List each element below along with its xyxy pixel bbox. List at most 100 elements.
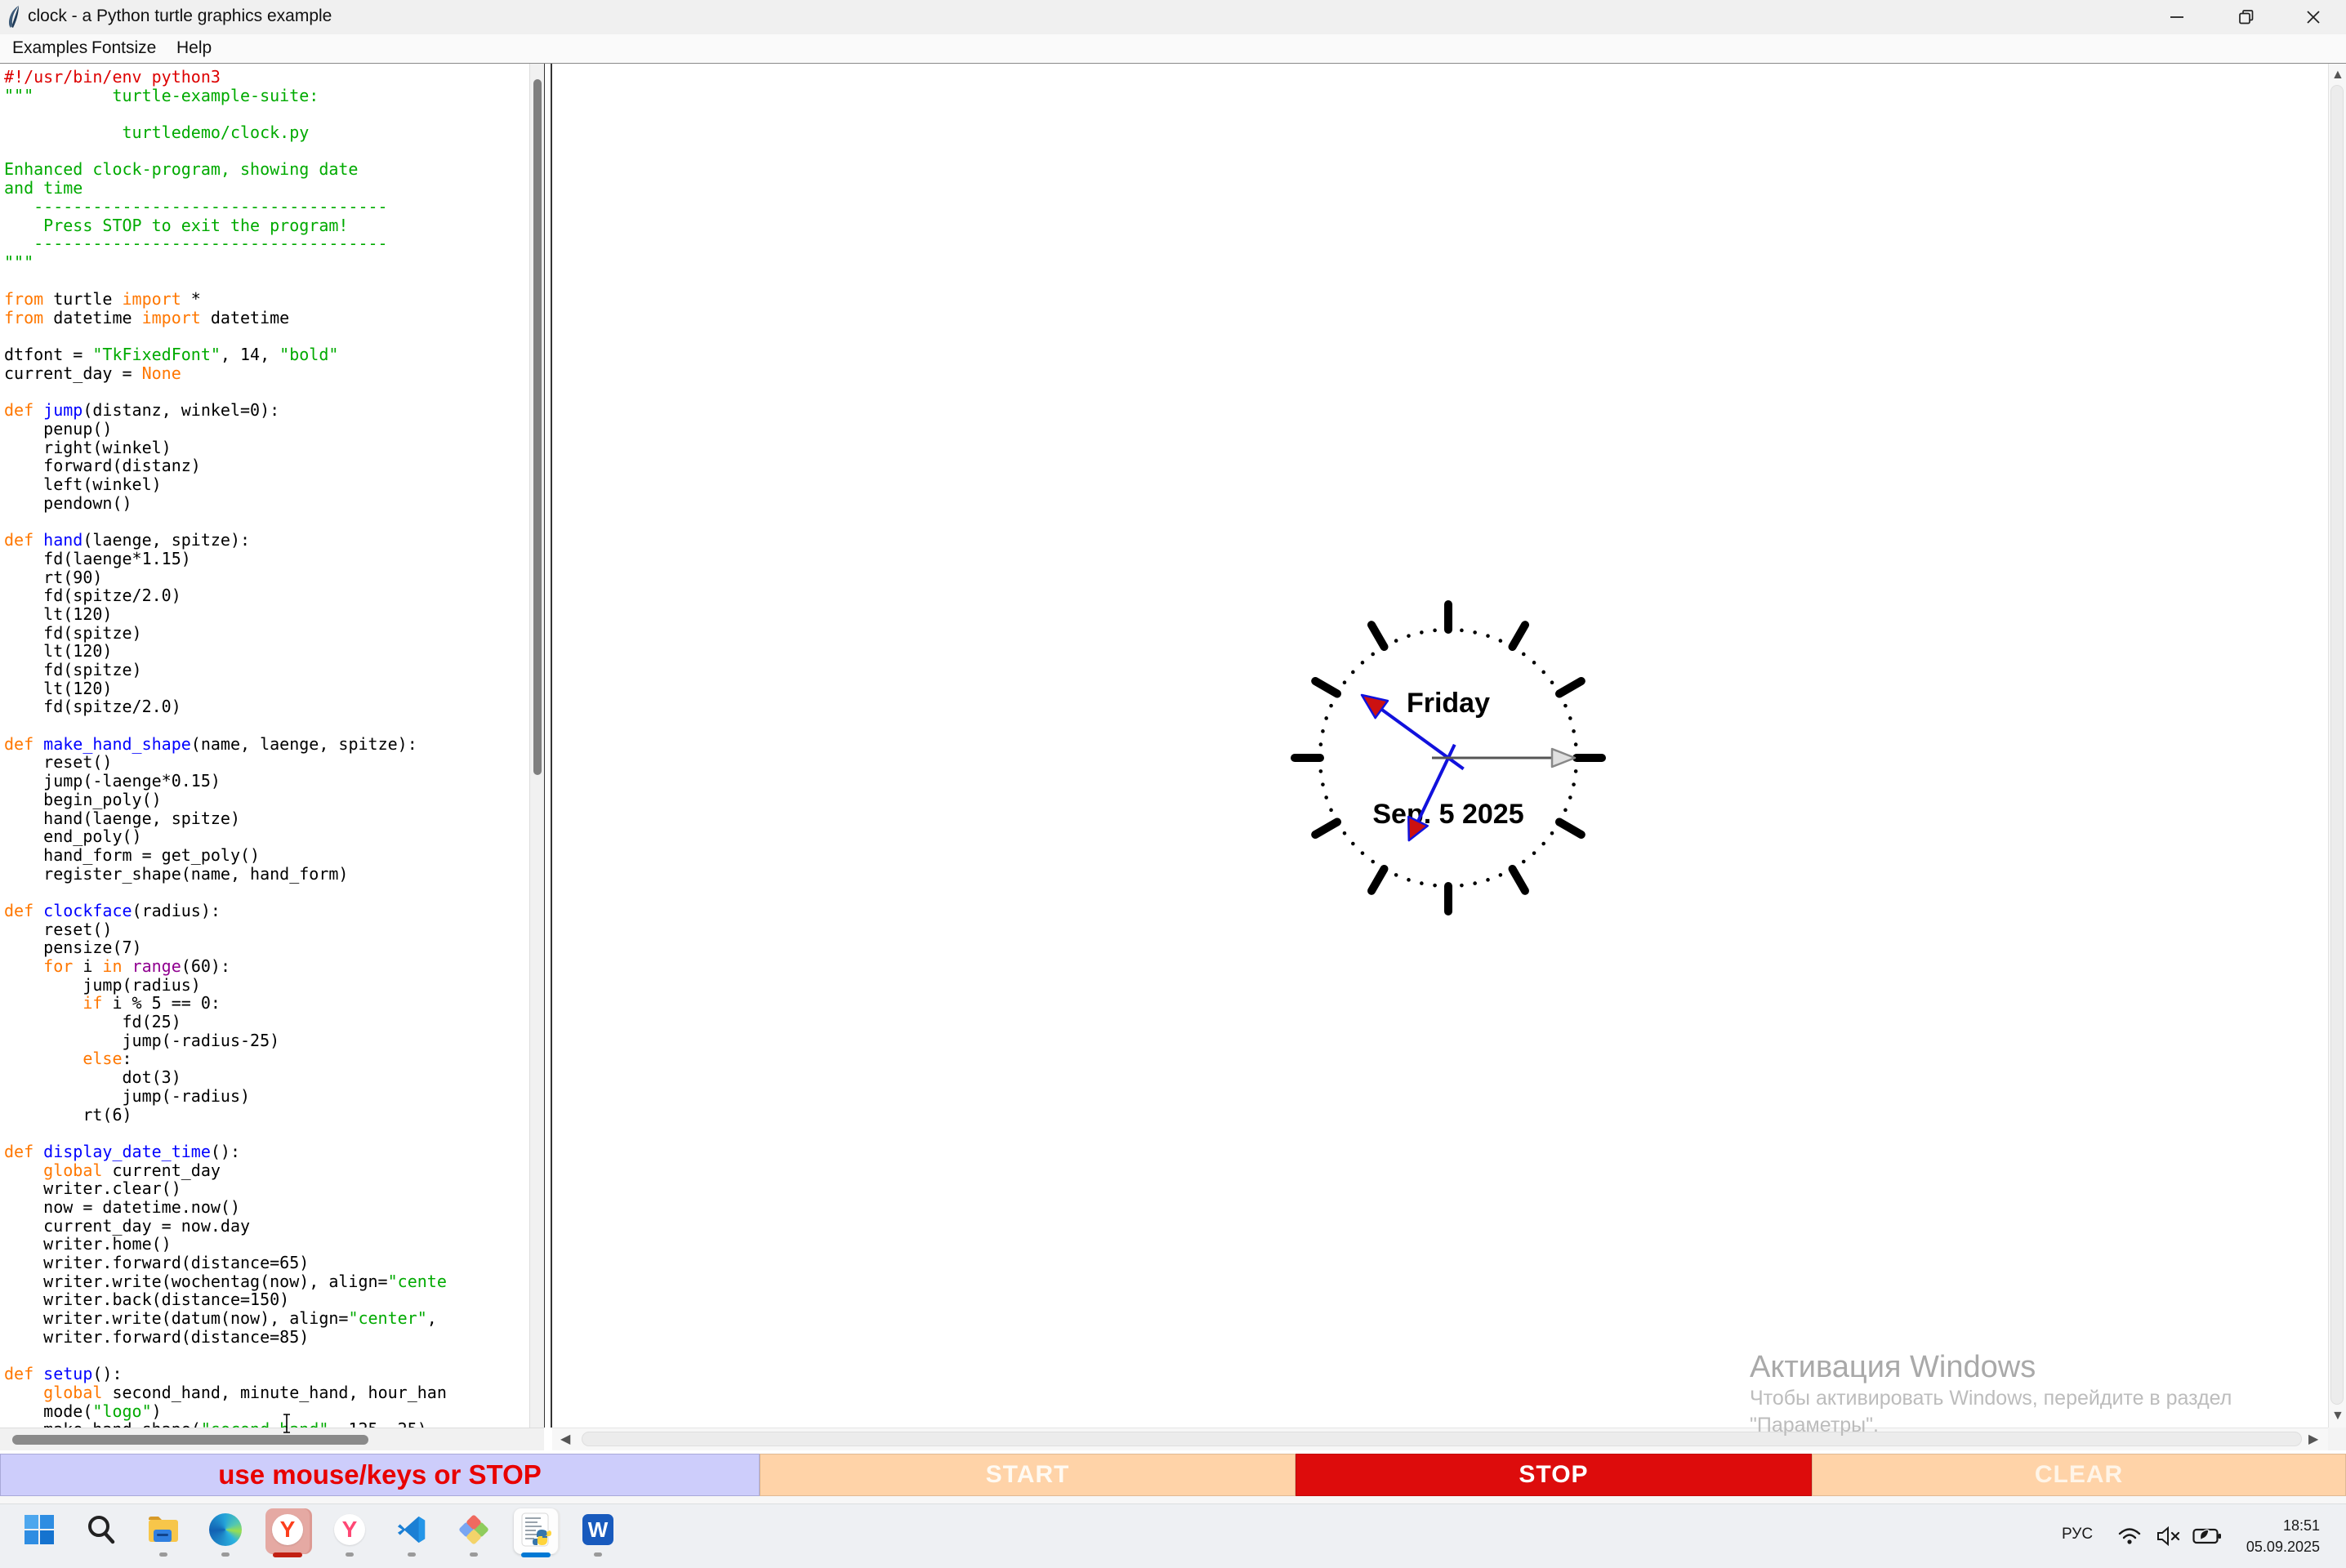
taskbar-word[interactable]: W <box>580 1512 616 1548</box>
file-explorer-icon <box>147 1515 180 1544</box>
clock-minute-dot <box>1324 716 1328 720</box>
start-button-taskbar[interactable] <box>21 1512 57 1548</box>
clock-minute-dot <box>1460 629 1464 633</box>
status-text: use mouse/keys or STOP <box>218 1459 542 1490</box>
clock-minute-dot <box>1550 831 1554 835</box>
clock-minute-dot <box>1420 881 1424 885</box>
window-titlebar: clock - a Python turtle graphics example <box>0 0 2346 34</box>
minimize-button[interactable] <box>2152 0 2202 34</box>
canvas-vertical-scrollbar-thumb[interactable] <box>2330 85 2344 1405</box>
minimize-icon <box>2168 8 2186 26</box>
tray-clock[interactable]: 18:51 05.09.2025 <box>2222 1515 2320 1557</box>
clock-minute-dot <box>1361 661 1365 665</box>
python-active-pill <box>521 1552 551 1557</box>
diamond-app-icon <box>457 1513 490 1546</box>
close-button[interactable] <box>2288 0 2339 34</box>
volume-muted-icon[interactable] <box>2156 1526 2183 1547</box>
clock-minute-dot <box>1568 716 1572 720</box>
clock-minute-dot <box>1329 808 1333 813</box>
clock-minute-dot <box>1563 808 1568 813</box>
clock-minute-dot <box>1499 873 1503 877</box>
clock-minute-dot <box>1343 680 1347 684</box>
edge-browser-icon <box>209 1513 242 1546</box>
tray-time: 18:51 <box>2222 1515 2320 1536</box>
clock-minute-dot <box>1407 878 1411 882</box>
taskbar-yandex-browser[interactable]: Y <box>270 1512 306 1548</box>
menu-fontsize[interactable]: Fontsize <box>91 38 156 58</box>
clock-minute-dot <box>1532 851 1536 855</box>
menu-help[interactable]: Help <box>176 38 212 58</box>
clock-minute-dot <box>1460 884 1464 888</box>
clock-minute-dot <box>1532 661 1536 665</box>
restore-icon <box>2237 8 2255 26</box>
clock-minute-dot <box>1371 653 1375 657</box>
watermark-title: Активация Windows <box>1750 1349 2232 1385</box>
main-area: #!/usr/bin/env python3""" turtle-example… <box>0 64 2346 1428</box>
windows-start-icon <box>24 1514 55 1545</box>
word-letter: W <box>588 1517 609 1543</box>
clock-date: Sep. 5 2025 <box>1372 799 1523 830</box>
clock-minute-dot <box>1329 704 1333 708</box>
code-horizontal-scrollbar[interactable] <box>0 1428 544 1450</box>
clock-minute-dot <box>1321 729 1325 733</box>
taskbar-python-turtledemo[interactable] <box>518 1512 554 1548</box>
canvas-scroll-right-icon[interactable]: ▶ <box>2308 1433 2318 1446</box>
clock-minute-dot <box>1568 795 1572 800</box>
wifi-icon[interactable] <box>2117 1526 2142 1547</box>
python-tk-feather-icon <box>7 5 25 29</box>
clock-minute-dot <box>1550 680 1554 684</box>
canvas-scroll-left-icon[interactable]: ◀ <box>560 1433 570 1446</box>
window-title: clock - a Python turtle graphics example <box>28 7 332 26</box>
clock-minute-dot <box>1433 884 1437 888</box>
taskbar-diamond-app[interactable] <box>456 1512 492 1548</box>
canvas-scroll-up-icon[interactable]: ▲ <box>2331 69 2344 82</box>
code-vertical-scrollbar-thumb[interactable] <box>533 79 542 775</box>
clock-minute-dot <box>1499 639 1503 643</box>
code-vertical-scrollbar[interactable] <box>529 64 544 1428</box>
pane-sash[interactable] <box>544 64 552 1428</box>
search-icon <box>86 1514 117 1545</box>
yandex-letter: Y <box>280 1517 296 1543</box>
word-icon: W <box>582 1514 613 1545</box>
clock-minute-dot <box>1563 704 1568 708</box>
vscode-icon <box>396 1514 427 1545</box>
yandex-active-pill <box>273 1552 302 1557</box>
stop-button[interactable]: STOP <box>1296 1454 1812 1496</box>
yandex-app-running-dot <box>346 1552 354 1557</box>
clock-minute-dot <box>1522 653 1526 657</box>
restore-button[interactable] <box>2221 0 2272 34</box>
taskbar-yandex-app[interactable]: Y <box>332 1512 368 1548</box>
scrollbar-corner <box>2328 1428 2346 1450</box>
code-horizontal-scrollbar-thumb[interactable] <box>12 1435 368 1445</box>
clear-button[interactable]: CLEAR <box>1812 1454 2346 1496</box>
clock-tick <box>1513 625 1526 647</box>
code-text: #!/usr/bin/env python3""" turtle-example… <box>4 68 447 1428</box>
tray-date: 05.09.2025 <box>2222 1536 2320 1557</box>
clock-tick <box>1513 869 1526 891</box>
taskbar-edge[interactable] <box>207 1512 243 1548</box>
code-pane[interactable]: #!/usr/bin/env python3""" turtle-example… <box>0 64 529 1428</box>
taskbar-file-explorer[interactable] <box>145 1512 181 1548</box>
clock-minute-dot <box>1420 630 1424 635</box>
start-button[interactable]: START <box>760 1454 1296 1496</box>
tray-language[interactable]: РУС <box>2062 1526 2093 1544</box>
minute-hand-arrowhead <box>1362 695 1388 718</box>
clock-weekday: Friday <box>1407 688 1490 719</box>
clock-minute-dot <box>1572 782 1576 786</box>
taskbar-search[interactable] <box>83 1512 119 1548</box>
clock-minute-dot <box>1324 795 1328 800</box>
clock-minute-dot <box>1371 860 1375 864</box>
clock-drawing: Friday Sep. 5 2025 <box>552 64 2328 1428</box>
clock-minute-dot <box>1433 629 1437 633</box>
taskbar-vscode[interactable] <box>394 1512 430 1548</box>
clock-minute-dot <box>1572 729 1576 733</box>
clock-minute-dot <box>1343 831 1347 835</box>
canvas-scroll-down-icon[interactable]: ▼ <box>2331 1410 2344 1423</box>
clock-minute-dot <box>1473 630 1477 635</box>
edge-running-dot <box>221 1552 230 1557</box>
battery-eco-icon[interactable] <box>2192 1526 2222 1547</box>
demo-control-row: use mouse/keys or STOP START STOP CLEAR <box>0 1454 2346 1496</box>
python-file-icon <box>520 1512 552 1548</box>
menu-examples[interactable]: Examples <box>12 38 87 58</box>
clock-minute-dot <box>1394 639 1398 643</box>
